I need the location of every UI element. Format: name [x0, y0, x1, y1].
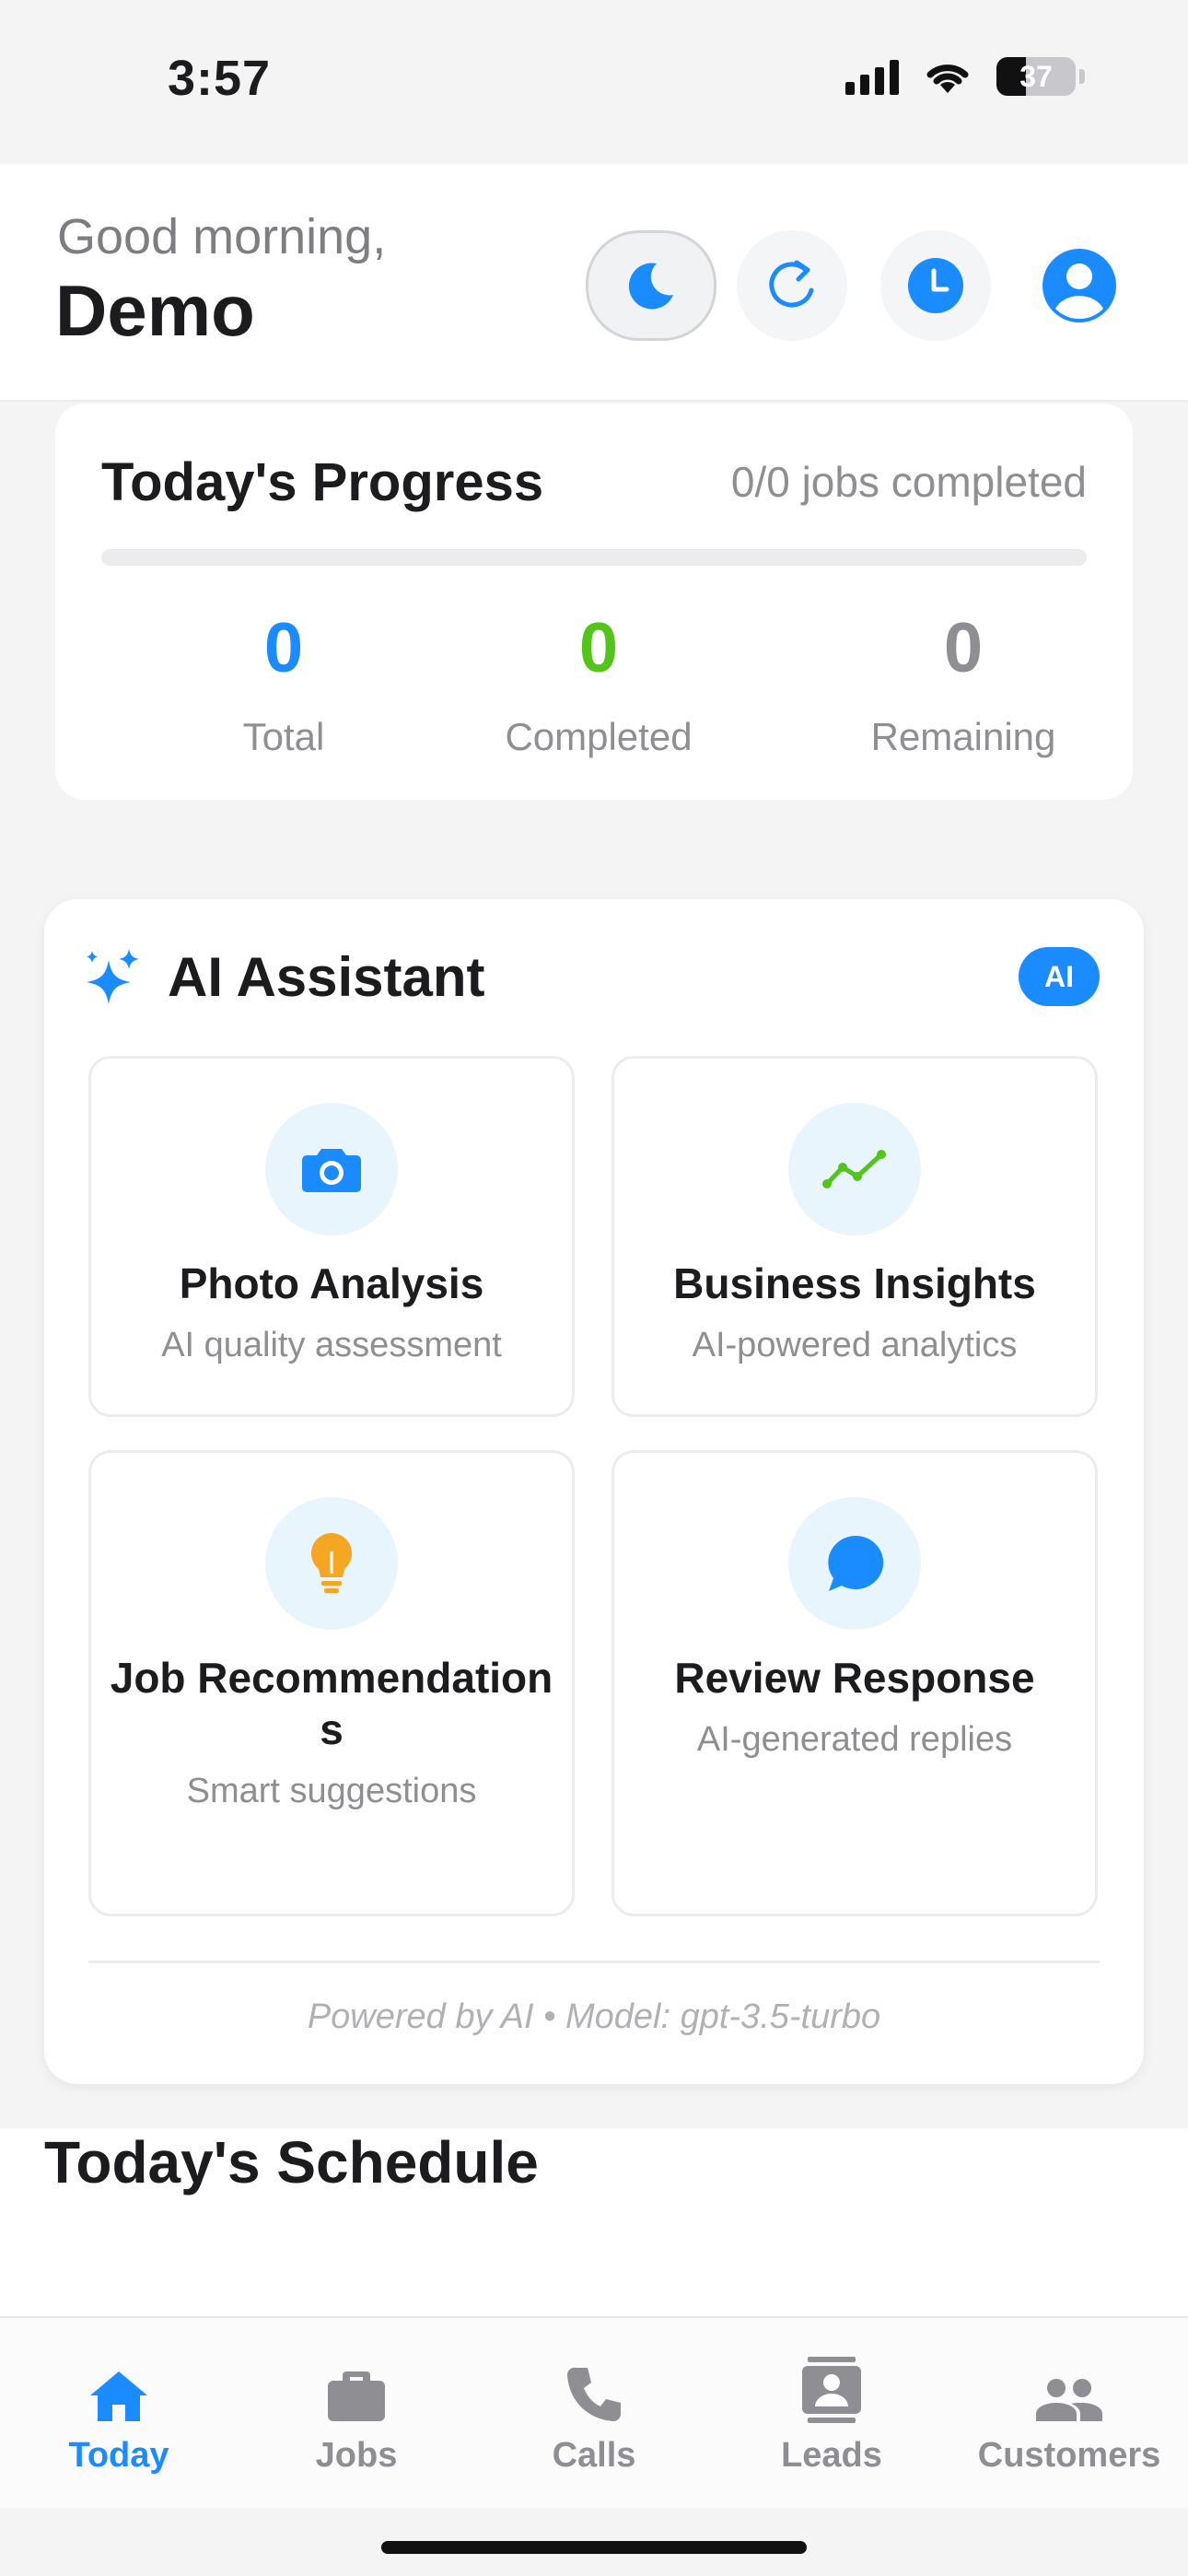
ai-assistant-card: AI Assistant AI Photo Analysis AI qualit…	[44, 899, 1144, 2084]
refresh-button[interactable]	[737, 230, 847, 341]
tile-subtitle: AI-powered analytics	[692, 1326, 1018, 1364]
battery-level: 37	[1019, 59, 1053, 93]
tab-customers[interactable]: Customers	[950, 2362, 1188, 2476]
stat-remaining-value: 0	[943, 609, 984, 687]
tab-label: Leads	[781, 2436, 882, 2475]
contact-card-icon	[802, 2357, 861, 2423]
camera-icon	[302, 1149, 361, 1192]
refresh-icon	[769, 260, 814, 308]
tab-label: Calls	[552, 2436, 636, 2475]
tile-subtitle: AI quality assessment	[161, 1326, 502, 1364]
tab-calls[interactable]: Calls	[475, 2362, 713, 2476]
people-icon	[1036, 2379, 1102, 2421]
progress-card: Today's Progress 0/0 jobs completed 0 To…	[55, 404, 1133, 800]
divider	[88, 1961, 1100, 1963]
stat-total-value: 0	[263, 609, 304, 687]
tile-subtitle: AI-generated replies	[696, 1720, 1013, 1759]
status-icons: 37	[845, 57, 1085, 96]
moon-icon	[628, 263, 673, 310]
home-icon	[90, 2371, 147, 2421]
phone-icon	[566, 2367, 621, 2421]
ai-footer-text: Powered by AI • Model: gpt-3.5-turbo	[307, 1997, 881, 2036]
business-insights-tile[interactable]: Business Insights AI-powered analytics	[611, 1056, 1098, 1417]
home-indicator[interactable]	[381, 2541, 807, 2554]
stat-completed: 0 Completed	[451, 614, 746, 759]
tab-label: Customers	[977, 2436, 1161, 2475]
stat-total-label: Total	[242, 715, 325, 758]
wifi-icon	[926, 64, 969, 93]
tab-leads[interactable]: Leads	[713, 2357, 950, 2476]
profile-button[interactable]	[1024, 230, 1135, 341]
schedule-title: Today's Schedule	[44, 2129, 539, 2195]
user-name: Demo	[55, 270, 255, 351]
stat-completed-label: Completed	[505, 715, 693, 758]
status-bar: 3:57 37	[0, 0, 1188, 164]
ai-assistant-title: AI Assistant	[168, 946, 485, 1008]
ai-badge: AI	[1019, 947, 1100, 1006]
tab-label: Jobs	[315, 2436, 398, 2475]
tile-title: Review Response	[674, 1654, 1035, 1702]
profile-icon	[1042, 249, 1116, 322]
trend-line-icon	[822, 1150, 886, 1188]
tile-title: Photo Analysis	[179, 1259, 484, 1307]
chat-bubble-icon	[828, 1535, 884, 1591]
tab-jobs[interactable]: Jobs	[238, 2362, 475, 2476]
stat-completed-value: 0	[578, 609, 619, 687]
battery-indicator: 37	[996, 57, 1076, 96]
tile-title: Job Recommendations	[110, 1654, 553, 1753]
history-button[interactable]	[880, 230, 991, 341]
progress-bar	[101, 549, 1087, 566]
tab-today[interactable]: Today	[0, 2362, 238, 2476]
photo-analysis-tile[interactable]: Photo Analysis AI quality assessment	[88, 1056, 575, 1417]
briefcase-icon	[328, 2371, 385, 2421]
review-response-tile[interactable]: Review Response AI-generated replies	[611, 1450, 1098, 1916]
theme-toggle-button[interactable]	[586, 230, 716, 341]
progress-summary: 0/0 jobs completed	[730, 458, 1087, 506]
bottom-tab-bar: Today Jobs Calls Leads Customers	[0, 2316, 1188, 2510]
job-recommendations-tile[interactable]: Job Recommendations Smart suggestions	[88, 1450, 575, 1916]
stat-total: 0 Total	[136, 614, 431, 759]
status-time: 3:57	[168, 51, 272, 106]
progress-title: Today's Progress	[101, 452, 544, 512]
lightbulb-icon	[310, 1533, 353, 1593]
cellular-signal-icon	[845, 58, 899, 95]
stat-remaining-label: Remaining	[870, 715, 1056, 758]
app-header: Good morning, Demo	[0, 164, 1188, 402]
tab-label: Today	[68, 2436, 169, 2475]
tile-subtitle: Smart suggestions	[186, 1772, 477, 1810]
clock-icon	[908, 258, 963, 313]
tile-title: Business Insights	[673, 1259, 1036, 1307]
greeting-text: Good morning,	[57, 209, 387, 264]
sparkles-icon	[87, 949, 139, 1004]
stat-remaining: 0 Remaining	[816, 614, 1111, 759]
